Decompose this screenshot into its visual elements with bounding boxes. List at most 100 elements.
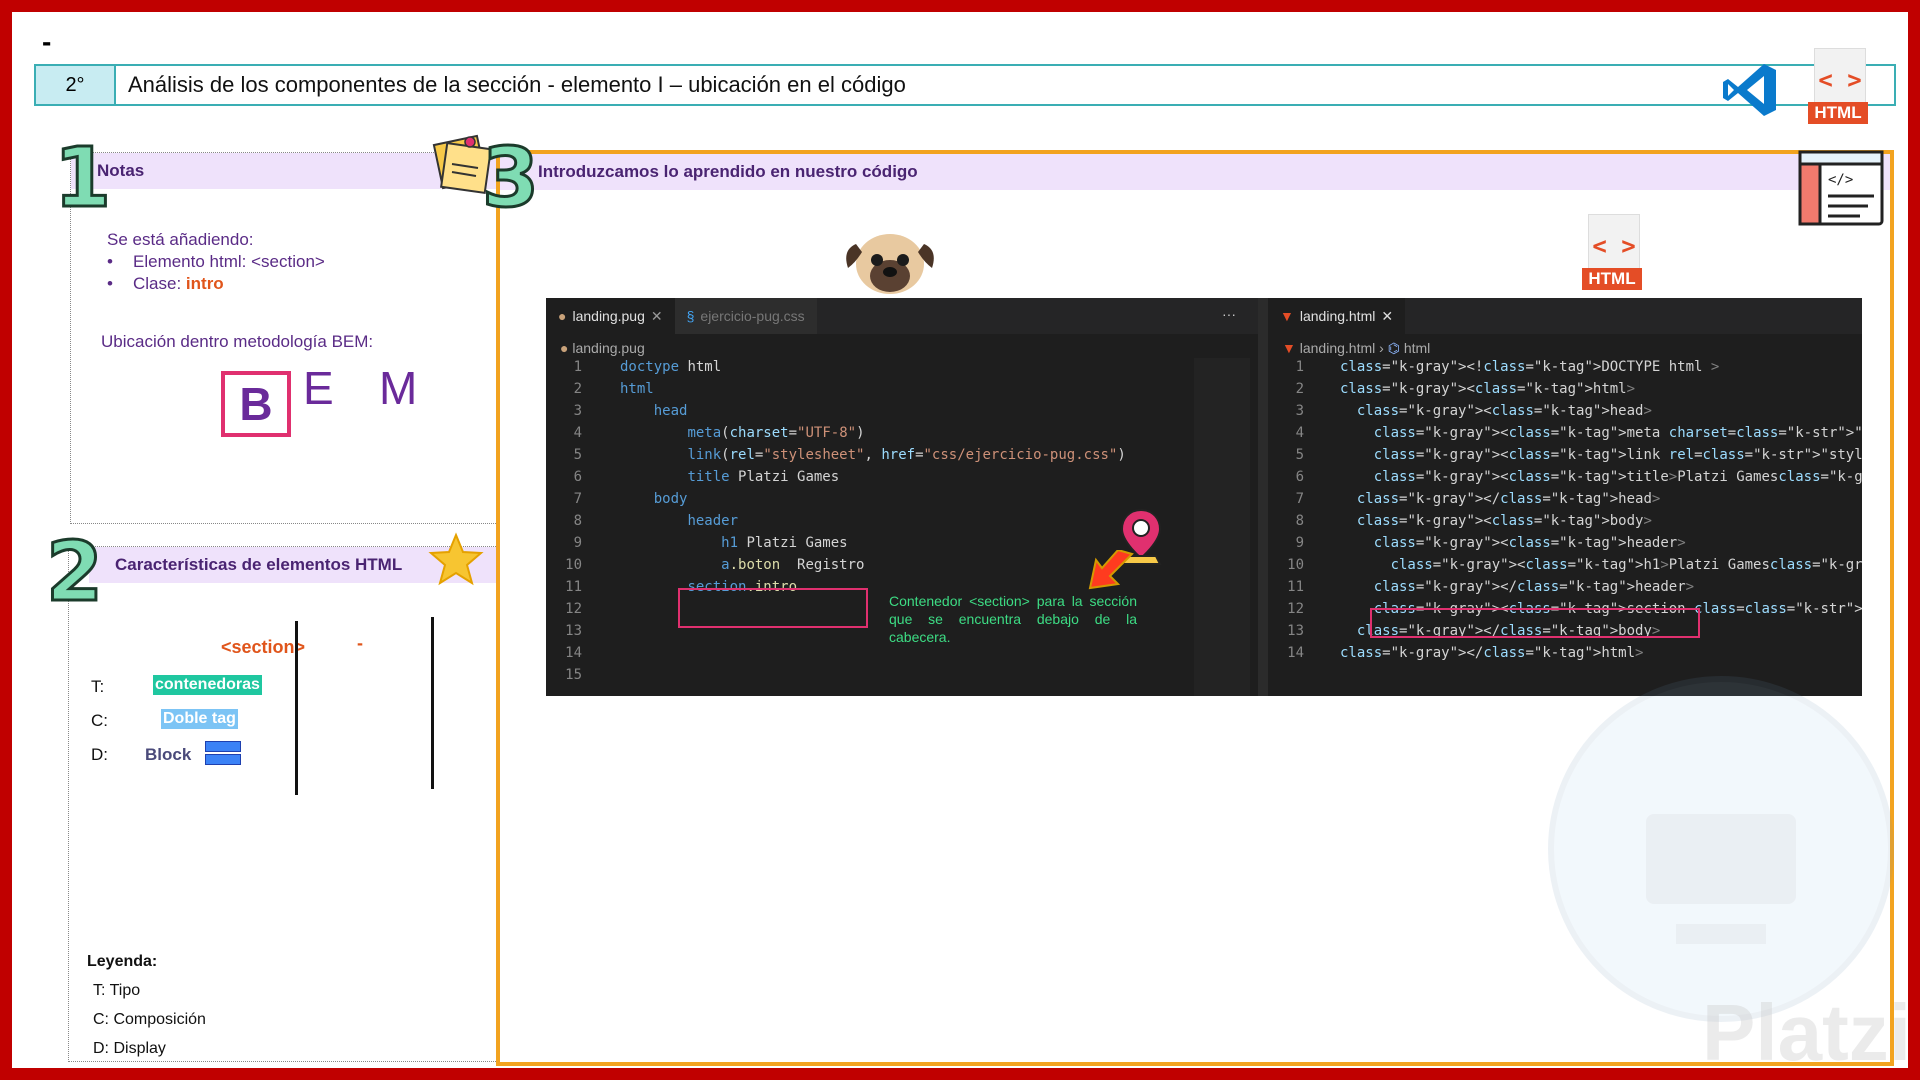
step-number-3: 3: [480, 131, 540, 226]
code-line[interactable]: class="k-gray"></class="k-tag">header>: [1340, 576, 1862, 598]
star-icon: [428, 532, 484, 586]
line-number: 9: [1295, 535, 1304, 551]
line-number: 7: [1295, 491, 1304, 507]
arrow-down-left-icon: [1088, 550, 1134, 590]
tab-landing-html[interactable]: ▼ landing.html ✕: [1268, 298, 1406, 334]
column-dash-header: -: [357, 633, 363, 653]
code-line[interactable]: link(rel="stylesheet", href="css/ejercic…: [620, 444, 1125, 466]
line-number: 14: [565, 645, 582, 661]
step-number-1: 1: [52, 131, 112, 226]
left-breadcrumb: ● landing.pug: [560, 340, 645, 356]
type-value: contenedoras: [153, 675, 262, 695]
composition-value: Doble tag: [161, 709, 238, 729]
code-line[interactable]: head: [620, 400, 1126, 422]
top-dash: -: [42, 26, 52, 57]
notes-body: Se está añadiendo: Elemento html: <secti…: [71, 189, 497, 437]
line-number: 6: [1295, 469, 1304, 485]
bem-m: M: [379, 362, 418, 414]
legend-value: Display: [113, 1040, 166, 1057]
block-display-icon: [205, 741, 241, 767]
characteristics-panel: Características de elementos HTML <secti…: [68, 546, 499, 1063]
element-icon: ⌬: [1387, 340, 1400, 356]
svg-text:</>: </>: [1828, 172, 1853, 188]
legend: Leyenda: T: Tipo C: Composición D: Displ…: [87, 947, 206, 1063]
right-tabs: ▼ landing.html ✕: [1268, 298, 1406, 334]
code-line[interactable]: class="k-gray"><class="k-tag">title>Plat…: [1340, 466, 1862, 488]
line-number: 8: [1295, 513, 1304, 529]
code-line[interactable]: h1 Platzi Games: [620, 532, 1126, 554]
code-line[interactable]: class="k-gray"><class="k-tag">header>: [1340, 532, 1862, 554]
column-divider-1: [295, 621, 298, 795]
close-icon[interactable]: ✕: [1381, 308, 1393, 325]
bem-letters: B E M: [107, 353, 497, 437]
html-icon-label: HTML: [1582, 268, 1642, 290]
notes-item-element: Elemento html: <section>: [107, 251, 497, 273]
section-title: Análisis de los componentes de la secció…: [128, 72, 906, 97]
more-actions-icon[interactable]: ···: [1222, 306, 1236, 322]
pane-splitter[interactable]: [1258, 298, 1268, 696]
code-line[interactable]: header: [620, 510, 1126, 532]
code-line[interactable]: title Platzi Games: [620, 466, 1126, 488]
minimap[interactable]: [1194, 358, 1250, 696]
tab-label: landing.pug: [572, 308, 645, 324]
html5-file-icon: ▼: [1282, 340, 1296, 356]
tab-label: landing.html: [1299, 308, 1376, 324]
tech-with-raul-watermark-logo: [1548, 676, 1894, 1022]
code-line[interactable]: class="k-gray"><class="k-tag">body>: [1340, 510, 1862, 532]
line-number: 13: [565, 623, 582, 639]
code-line[interactable]: html: [620, 378, 1126, 400]
code-editor-screenshot: ● landing.pug ✕ § ejercicio-pug.css ··· …: [546, 298, 1862, 696]
code-line[interactable]: doctype html: [620, 356, 1126, 378]
row-type-key: T:: [91, 677, 105, 696]
notes-item-element-label: Elemento html: <section>: [133, 252, 325, 271]
column-divider-2: [431, 617, 434, 789]
bem-title: Ubicación dentro metodología BEM:: [101, 332, 374, 351]
slide: - 2° Análisis de los componentes de la s…: [12, 12, 1908, 1068]
line-number: 5: [573, 447, 582, 463]
code-line[interactable]: class="k-gray"><class="k-tag">h1>Platzi …: [1340, 554, 1862, 576]
line-number: 12: [1287, 601, 1304, 617]
code-line[interactable]: class="k-gray"></class="k-tag">html>: [1340, 642, 1862, 664]
breadcrumb-file: landing.pug: [572, 340, 645, 356]
legend-title: Leyenda:: [87, 953, 158, 970]
code-line[interactable]: class="k-gray"><class="k-tag">head>: [1340, 400, 1862, 422]
pug-file-icon: ●: [560, 340, 569, 356]
line-number: 2: [573, 381, 582, 397]
left-tabs: ● landing.pug ✕ § ejercicio-pug.css: [546, 298, 817, 334]
code-line[interactable]: a.boton Registro: [620, 554, 1126, 576]
code-window-icon: </>: [1798, 150, 1884, 226]
notes-item-class: Clase: intro: [107, 273, 497, 295]
row-composition-key: C:: [91, 711, 108, 730]
legend-key: D:: [93, 1040, 109, 1057]
code-line[interactable]: meta(charset="UTF-8"): [620, 422, 1126, 444]
code-panel-title: Introduzcamos lo aprendido en nuestro có…: [500, 154, 1890, 190]
code-line[interactable]: class="k-gray"><class="k-tag">link rel=c…: [1340, 444, 1862, 466]
display-value: Block: [145, 745, 192, 764]
line-number: 9: [573, 535, 582, 551]
css-file-icon: §: [686, 308, 695, 324]
line-number: 10: [1287, 557, 1304, 573]
row-display-key: D:: [91, 745, 108, 764]
line-number: 2: [1295, 381, 1304, 397]
close-icon[interactable]: ✕: [651, 308, 663, 325]
notes-panel: Notas Se está añadiendo: Elemento html: …: [70, 152, 498, 524]
tab-landing-pug[interactable]: ● landing.pug ✕: [546, 298, 675, 334]
line-number: 11: [1287, 579, 1304, 595]
column-section-header: <section>: [221, 637, 306, 657]
code-line[interactable]: class="k-gray"><class="k-tag">meta chars…: [1340, 422, 1862, 444]
line-number: 1: [1295, 359, 1304, 375]
code-line[interactable]: body: [620, 488, 1126, 510]
line-number: 11: [565, 579, 582, 595]
legend-key: C:: [93, 1011, 109, 1028]
legend-value: Composición: [113, 1011, 206, 1028]
section-number: 2°: [36, 66, 116, 104]
code-line[interactable]: [620, 664, 1126, 686]
pug-logo-icon: [846, 234, 934, 294]
code-line[interactable]: class="k-gray"></class="k-tag">head>: [1340, 488, 1862, 510]
tab-ejercicio-pug-css[interactable]: § ejercicio-pug.css: [674, 298, 817, 334]
html-file-icon: < > HTML: [1582, 214, 1646, 292]
code-line[interactable]: class="k-gray"><!class="k-tag">DOCTYPE h…: [1340, 356, 1862, 378]
code-line[interactable]: class="k-gray"><class="k-tag">html>: [1340, 378, 1862, 400]
vscode-icon: [1723, 64, 1776, 116]
line-number: 5: [1295, 447, 1304, 463]
